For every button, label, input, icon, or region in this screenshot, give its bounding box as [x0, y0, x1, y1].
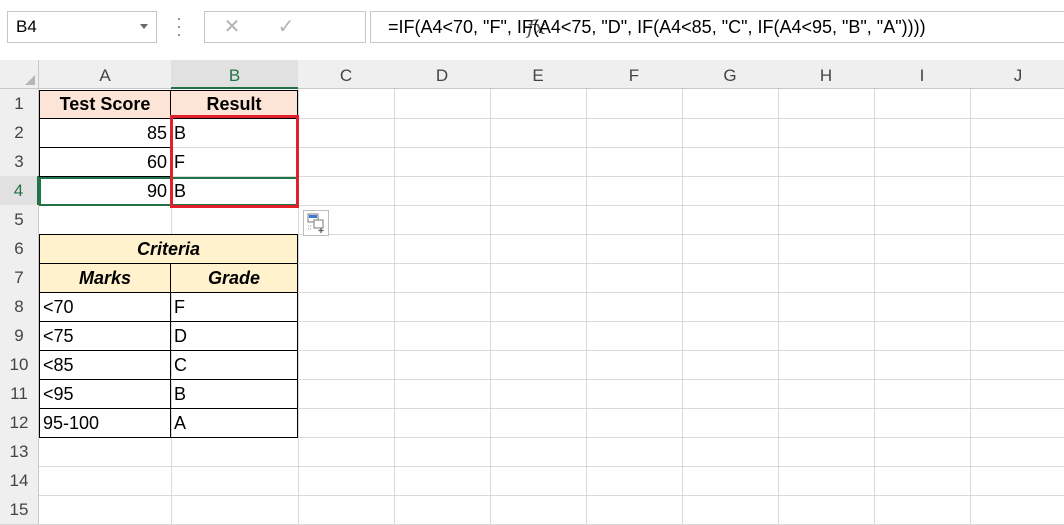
cell-A10[interactable]: <85 — [39, 350, 171, 380]
paste-options-icon[interactable] — [303, 210, 329, 236]
cell-A8[interactable]: <70 — [39, 292, 171, 322]
cancel-icon[interactable]: ✕ — [217, 12, 247, 42]
gridline-vertical — [490, 89, 491, 525]
row-header-2[interactable]: 2 — [0, 118, 39, 148]
gridline-vertical — [874, 89, 875, 525]
column-header-h[interactable]: H — [778, 60, 875, 89]
cell-A3[interactable]: 60 — [39, 147, 171, 177]
cell-B1[interactable]: Result — [170, 90, 298, 119]
cell-A9[interactable]: <75 — [39, 321, 171, 351]
column-header-g[interactable]: G — [682, 60, 779, 89]
spreadsheet-grid: ABCDEFGHIJ 1 2 3 4 5 6 7 8 9 10 11 12 13 14 15 Test Sc… — [0, 60, 1064, 525]
formula-buttons: ✕ ✓ fx — [204, 11, 546, 43]
cell-B4[interactable]: B — [171, 177, 298, 206]
column-header-c[interactable]: C — [298, 60, 395, 89]
cell-B11[interactable]: B — [170, 379, 298, 409]
chevron-down-icon[interactable] — [140, 24, 148, 29]
cell-B8[interactable]: F — [170, 292, 298, 322]
row-header-1[interactable]: 1 — [0, 89, 39, 119]
row-header-15[interactable]: 15 — [0, 495, 39, 525]
row-header-9[interactable]: 9 — [0, 321, 39, 351]
cell-B12[interactable]: A — [170, 408, 298, 438]
gridline-vertical — [394, 89, 395, 525]
column-header-f[interactable]: F — [586, 60, 683, 89]
more-options-icon[interactable]: · · · — [176, 9, 182, 43]
cell-B2[interactable]: B — [171, 119, 298, 148]
row-header-14[interactable]: 14 — [0, 466, 39, 496]
gridline-vertical — [778, 89, 779, 525]
cell-A4[interactable]: 90 — [39, 176, 171, 206]
column-header-a[interactable]: A — [39, 60, 172, 89]
cell-A2[interactable]: 85 — [39, 118, 171, 148]
row-header-10[interactable]: 10 — [0, 350, 39, 380]
column-header-j[interactable]: J — [970, 60, 1064, 89]
cell-A11[interactable]: <95 — [39, 379, 171, 409]
column-header-d[interactable]: D — [394, 60, 491, 89]
cell-A7[interactable]: Marks — [39, 263, 171, 293]
row-header-11[interactable]: 11 — [0, 379, 39, 409]
cell-A1[interactable]: Test Score — [39, 90, 171, 119]
row-header-12[interactable]: 12 — [0, 408, 39, 438]
cell-A6-merged[interactable]: Criteria — [39, 234, 298, 264]
gridline-horizontal — [39, 466, 1064, 467]
cell-B10[interactable]: C — [170, 350, 298, 380]
cell-B7[interactable]: Grade — [170, 263, 298, 293]
column-header-b[interactable]: B — [171, 60, 299, 89]
gridline-vertical — [586, 89, 587, 525]
row-header-13[interactable]: 13 — [0, 437, 39, 467]
row-header-4[interactable]: 4 — [0, 176, 39, 206]
gridline-vertical — [298, 89, 299, 525]
corner-triangle-icon — [25, 75, 35, 85]
cell-A12[interactable]: 95-100 — [39, 408, 171, 438]
select-all-button[interactable] — [0, 60, 39, 89]
row-header-5[interactable]: 5 — [0, 205, 39, 235]
gridline-vertical — [682, 89, 683, 525]
formula-input[interactable]: =IF(A4<70, "F", IF(A4<75, "D", IF(A4<85,… — [370, 11, 1064, 43]
cell-B3[interactable]: F — [171, 148, 298, 177]
name-box[interactable]: B4 — [7, 11, 157, 43]
row-header-6[interactable]: 6 — [0, 234, 39, 264]
row-header-8[interactable]: 8 — [0, 292, 39, 322]
formula-bar: B4 · · · ✕ ✓ fx =IF(A4<70, "F", IF(A4<75, … — [0, 0, 1064, 60]
row-header-7[interactable]: 7 — [0, 263, 39, 293]
cell-B9[interactable]: D — [170, 321, 298, 351]
gridline-horizontal — [39, 495, 1064, 496]
gridline-vertical — [970, 89, 971, 525]
enter-icon[interactable]: ✓ — [271, 12, 301, 42]
name-box-value: B4 — [16, 17, 37, 36]
row-header-3[interactable]: 3 — [0, 147, 39, 177]
column-header-e[interactable]: E — [490, 60, 587, 89]
column-header-i[interactable]: I — [874, 60, 971, 89]
